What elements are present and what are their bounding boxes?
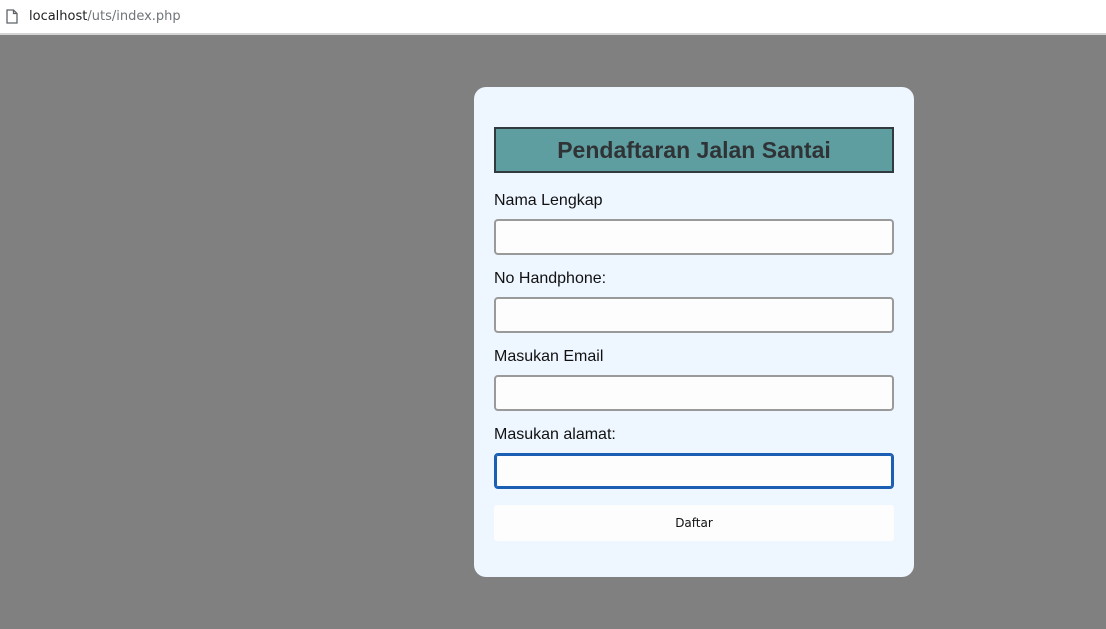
address-label: Masukan alamat: <box>494 426 616 443</box>
url-path: /uts/index.php <box>87 9 181 24</box>
name-label: Nama Lengkap <box>494 192 603 209</box>
submit-button[interactable]: Daftar <box>494 505 894 541</box>
address-bar[interactable]: localhost/uts/index.php <box>0 0 1106 35</box>
page-content: Pendaftaran Jalan Santai Nama Lengkap No… <box>0 37 1106 629</box>
page-icon <box>6 8 20 25</box>
form-title: Pendaftaran Jalan Santai <box>557 136 831 163</box>
email-label: Masukan Email <box>494 348 604 365</box>
url-text[interactable]: localhost/uts/index.php <box>29 9 181 24</box>
phone-input[interactable] <box>494 297 894 333</box>
title-banner: Pendaftaran Jalan Santai <box>494 127 894 173</box>
address-input[interactable] <box>494 453 894 489</box>
url-host: localhost <box>29 9 88 24</box>
name-input[interactable] <box>494 219 894 255</box>
email-input[interactable] <box>494 375 894 411</box>
registration-card: Pendaftaran Jalan Santai Nama Lengkap No… <box>474 87 914 577</box>
phone-label: No Handphone: <box>494 270 607 287</box>
